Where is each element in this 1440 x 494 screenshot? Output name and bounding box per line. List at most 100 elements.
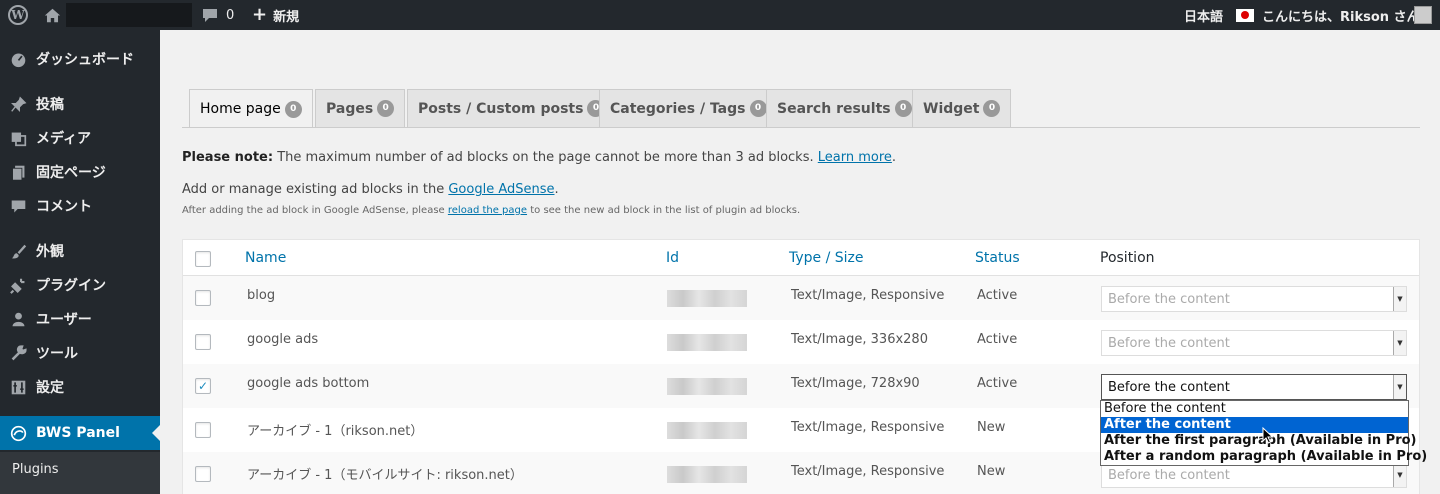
position-select[interactable]: Before the content ▼: [1101, 286, 1407, 312]
position-dropdown-list: Before the content After the content Aft…: [1100, 400, 1427, 466]
ad-block-status: Active: [977, 332, 1018, 347]
sidebar-subitem-plugins[interactable]: Plugins: [12, 462, 59, 477]
sidebar-item-posts[interactable]: 投稿: [0, 87, 160, 121]
ad-block-type: Text/Image, 336x280: [791, 332, 928, 347]
row-checkbox-checked[interactable]: ✓: [195, 378, 211, 394]
note-period: .: [891, 150, 897, 165]
table-header-row: Name Id Type / Size Status Position: [183, 240, 1419, 276]
sidebar-item-label: 投稿: [36, 97, 64, 113]
sidebar-item-settings[interactable]: 設定: [0, 370, 160, 404]
row-checkbox[interactable]: [195, 466, 211, 482]
table-row: blog Text/Image, Responsive Active Befor…: [183, 276, 1419, 320]
adsense-note: Add or manage existing ad blocks in the …: [182, 182, 559, 197]
ad-block-name: blog: [247, 288, 276, 303]
dropdown-option-before-content[interactable]: Before the content: [1101, 401, 1408, 417]
sidebar-item-plugins[interactable]: プラグイン: [0, 268, 160, 302]
reload-note-text-end: to see the new ad block in the list of p…: [527, 205, 801, 216]
position-select-value: Before the content: [1108, 379, 1230, 395]
mouse-cursor-icon: [1262, 427, 1274, 444]
column-header-type[interactable]: Type / Size: [789, 250, 864, 266]
column-header-status[interactable]: Status: [975, 250, 1020, 266]
ad-block-status: New: [977, 464, 1006, 479]
language-switcher[interactable]: 日本語: [1184, 0, 1223, 30]
dropdown-option-after-random-paragraph[interactable]: After a random paragraph (Available in P…: [1101, 449, 1427, 465]
google-adsense-link[interactable]: Google AdSense: [448, 182, 554, 197]
adsense-note-text: Add or manage existing ad blocks in the: [182, 182, 449, 197]
tab-label: Home page: [200, 101, 281, 117]
comments-count: 0: [226, 7, 235, 23]
ad-block-name: アーカイブ - 1（モバイルサイト: rikson.net）: [247, 468, 523, 483]
home-icon[interactable]: [44, 0, 61, 30]
sidebar-item-media[interactable]: メディア: [0, 121, 160, 155]
settings-icon: [0, 379, 36, 396]
tab-home-page[interactable]: Home page 0: [189, 89, 313, 128]
tab-count-badge: 0: [894, 100, 912, 117]
table-row: google ads Text/Image, 336x280 Active Be…: [183, 320, 1419, 364]
tab-categories-tags[interactable]: Categories / Tags 0: [599, 89, 778, 127]
sidebar-item-pages[interactable]: 固定ページ: [0, 155, 160, 189]
tab-label: Search results: [777, 100, 891, 117]
sidebar-item-appearance[interactable]: 外観: [0, 234, 160, 268]
avatar[interactable]: [1414, 0, 1432, 30]
position-select-open[interactable]: Before the content ▼: [1101, 374, 1407, 400]
position-select-value: Before the content: [1108, 467, 1230, 483]
column-header-name[interactable]: Name: [245, 250, 286, 266]
row-checkbox[interactable]: [195, 290, 211, 306]
sidebar-item-label: 設定: [36, 380, 64, 396]
sidebar-item-label: ダッシュボード: [36, 52, 134, 68]
sidebar-item-label: 固定ページ: [36, 165, 106, 181]
tab-label: Categories / Tags: [610, 100, 746, 117]
sidebar-item-comments[interactable]: コメント: [0, 189, 160, 223]
sidebar-item-bws-panel[interactable]: BWS Panel: [0, 416, 160, 450]
position-select-value: Before the content: [1108, 335, 1230, 351]
reload-page-link[interactable]: reload the page: [448, 205, 527, 216]
ad-block-id-redacted: [667, 290, 747, 307]
chevron-down-icon: ▼: [1393, 287, 1406, 311]
wrench-icon: [0, 344, 36, 362]
ad-block-status: Active: [977, 288, 1018, 303]
site-name-redacted[interactable]: [66, 0, 192, 30]
ad-block-type: Text/Image, Responsive: [791, 288, 945, 303]
row-checkbox[interactable]: [195, 334, 211, 350]
comment-icon: [0, 198, 36, 215]
row-checkbox[interactable]: [195, 422, 211, 438]
tab-count-badge: 0: [284, 100, 302, 118]
comments-link[interactable]: 0: [202, 0, 234, 30]
position-select[interactable]: Before the content ▼: [1101, 330, 1407, 356]
bws-icon: [0, 425, 36, 442]
ad-block-type: Text/Image, 728x90: [791, 376, 920, 391]
new-content-button[interactable]: + 新規: [252, 0, 299, 30]
wordpress-logo-icon[interactable]: W: [8, 0, 30, 30]
page-icon: [0, 164, 36, 181]
ad-block-name: google ads: [247, 332, 319, 347]
dropdown-option-after-content[interactable]: After the content: [1101, 417, 1408, 433]
user-greeting[interactable]: こんにちは、Rikson さん: [1262, 0, 1420, 30]
tab-posts-custom-posts[interactable]: Posts / Custom posts 0: [407, 89, 616, 127]
dashboard-icon: [0, 51, 36, 68]
sidebar-item-dashboard[interactable]: ダッシュボード: [0, 42, 160, 76]
dropdown-option-after-first-paragraph[interactable]: After the first paragraph (Available in …: [1101, 433, 1416, 449]
brush-icon: [0, 243, 36, 260]
tab-pages[interactable]: Pages 0: [315, 89, 406, 127]
tab-label: Posts / Custom posts: [418, 100, 584, 117]
plus-icon: +: [252, 4, 268, 25]
sidebar-item-label: ユーザー: [36, 312, 92, 328]
column-header-position: Position: [1100, 250, 1155, 266]
sidebar-item-label: プラグイン: [36, 278, 106, 294]
ad-block-id-redacted: [667, 334, 747, 351]
sidebar-item-tools[interactable]: ツール: [0, 336, 160, 370]
ad-block-id-redacted: [667, 422, 747, 439]
sidebar-item-label: メディア: [36, 131, 92, 147]
select-all-checkbox[interactable]: [195, 251, 211, 267]
sidebar-item-users[interactable]: ユーザー: [0, 302, 160, 336]
japan-flag-icon[interactable]: [1236, 0, 1254, 30]
tab-search-results[interactable]: Search results 0: [766, 89, 923, 127]
tabs-divider: [182, 127, 1420, 128]
note-period: .: [554, 182, 559, 197]
tab-widget[interactable]: Widget 0: [912, 89, 1012, 127]
ad-block-type: Text/Image, Responsive: [791, 420, 945, 435]
column-header-id[interactable]: Id: [666, 250, 679, 266]
ad-block-name: アーカイブ - 1（rikson.net）: [247, 424, 424, 439]
limit-note: Please note: The maximum number of ad bl…: [182, 150, 896, 165]
learn-more-link[interactable]: Learn more: [818, 150, 892, 165]
